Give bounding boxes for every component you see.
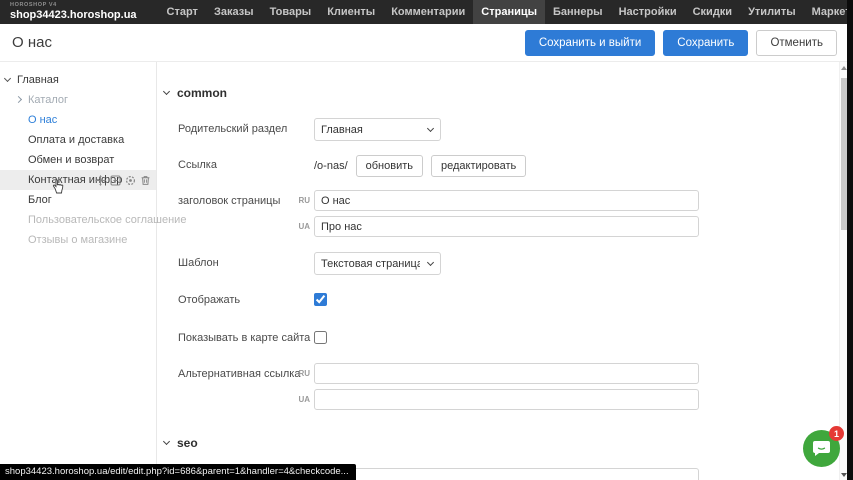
tree-item-blog[interactable]: Блог [0, 190, 156, 210]
tree-item-glavnaya[interactable]: Главная [0, 70, 156, 90]
page-title: О нас [0, 34, 52, 51]
parent-section-label: Родительский раздел [178, 118, 314, 135]
template-select-wrap: Текстовая страница [314, 252, 441, 275]
menu-item-marketing[interactable]: Маркетинг [804, 0, 853, 24]
main-menu: Старт Заказы Товары Клиенты Комментарии … [159, 0, 853, 24]
screen-right-edge [847, 0, 853, 480]
pages-tree-sidebar: Главная Каталог О нас Оплата и доставка … [0, 62, 157, 480]
lang-tag-ua: UA [297, 395, 310, 404]
chevron-down-icon[interactable] [4, 75, 11, 82]
alt-link-ru-input[interactable] [314, 363, 699, 384]
cancel-button[interactable]: Отменить [756, 30, 837, 56]
lang-tag-ru: RU [297, 196, 310, 205]
template-select[interactable]: Текстовая страница [314, 252, 441, 275]
menu-item-products[interactable]: Товары [262, 0, 320, 24]
alt-link-label: Альтернативная ссылка [178, 363, 314, 380]
page-title-ru-input[interactable] [314, 190, 699, 211]
menu-item-orders[interactable]: Заказы [206, 0, 262, 24]
template-label: Шаблон [178, 252, 314, 269]
page-header: О нас Сохранить и выйти Сохранить Отмени… [0, 24, 853, 62]
header-buttons: Сохранить и выйти Сохранить Отменить [525, 30, 853, 56]
tree-item-katalog[interactable]: Каталог [0, 90, 156, 110]
chevron-right-icon[interactable] [15, 96, 22, 103]
menu-item-settings[interactable]: Настройки [611, 0, 685, 24]
parent-section-select[interactable]: Главная [314, 118, 441, 141]
sitemap-checkbox[interactable] [314, 331, 327, 344]
save-and-exit-button[interactable]: Сохранить и выйти [525, 30, 655, 56]
move-icon[interactable] [95, 175, 106, 186]
tree-item-obmen[interactable]: Обмен и возврат [0, 150, 156, 170]
menu-item-banners[interactable]: Баннеры [545, 0, 611, 24]
section-seo-toggle[interactable]: seo [164, 436, 839, 450]
page: HOROSHOP V4 shop34423.horoshop.ua Старт … [0, 0, 853, 480]
menu-item-pages[interactable]: Страницы [473, 0, 545, 24]
link-label: Ссылка [178, 154, 314, 171]
delete-trash-icon[interactable] [140, 175, 151, 186]
logo-domain: shop34423.horoshop.ua [10, 10, 137, 21]
link-update-button[interactable]: обновить [356, 155, 423, 177]
parent-section-select-wrap: Главная [314, 118, 441, 141]
menu-item-discounts[interactable]: Скидки [685, 0, 740, 24]
tree-item-polzovatelskoe[interactable]: Пользовательское соглашение [0, 210, 156, 230]
alt-link-ua-input[interactable] [314, 389, 699, 410]
save-button[interactable]: Сохранить [663, 30, 748, 56]
page-title-ua-input[interactable] [314, 216, 699, 237]
page-edit-form: common Родительский раздел Главная Ссылк… [158, 62, 839, 480]
topbar: HOROSHOP V4 shop34423.horoshop.ua Старт … [0, 0, 853, 24]
tree-item-oplata[interactable]: Оплата и доставка [0, 130, 156, 150]
link-edit-button[interactable]: редактировать [431, 155, 526, 177]
menu-item-utilities[interactable]: Утилиты [740, 0, 804, 24]
sitemap-label: Показывать в карте сайта [178, 327, 314, 344]
html-title-ru-input[interactable] [314, 468, 699, 480]
logo-version: HOROSHOP V4 [10, 3, 137, 9]
add-page-icon[interactable] [110, 175, 121, 186]
lang-tag-ua: UA [297, 222, 310, 231]
menu-item-comments[interactable]: Комментарии [383, 0, 473, 24]
logo[interactable]: HOROSHOP V4 shop34423.horoshop.ua [0, 3, 137, 21]
menu-item-clients[interactable]: Клиенты [319, 0, 383, 24]
chat-unread-badge: 1 [829, 426, 844, 441]
chat-widget-button[interactable]: 1 [803, 430, 840, 467]
tree-item-otzyvy[interactable]: Отзывы о магазине [0, 230, 156, 250]
chevron-down-icon [163, 438, 170, 445]
lang-tag-ru: RU [297, 369, 310, 378]
chat-bubble-icon [812, 440, 831, 457]
settings-gear-icon[interactable] [125, 175, 136, 186]
display-checkbox[interactable] [314, 293, 327, 306]
menu-item-start[interactable]: Старт [159, 0, 206, 24]
display-label: Отображать [178, 289, 314, 306]
section-common-toggle[interactable]: common [164, 86, 839, 100]
tree-item-kontaktnaya[interactable]: Контактная инфор [0, 170, 156, 190]
chevron-down-icon [163, 88, 170, 95]
tree-item-o-nas-selected[interactable]: О нас [0, 110, 156, 130]
page-title-label: заголовок страницы [178, 190, 314, 207]
link-path: /o-nas/ [314, 160, 348, 172]
status-url-tooltip: shop34423.horoshop.ua/edit/edit.php?id=6… [0, 464, 356, 480]
vertical-scrollbar[interactable] [839, 62, 847, 480]
